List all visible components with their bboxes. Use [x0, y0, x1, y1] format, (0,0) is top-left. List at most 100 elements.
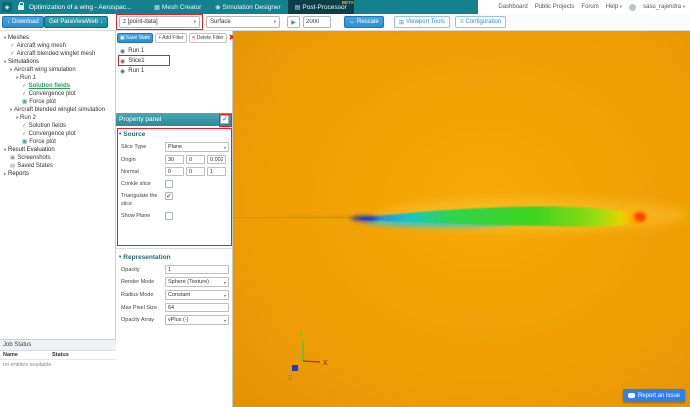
- tab-post-processor[interactable]: ▤ Post-Processor BETA: [287, 0, 354, 14]
- crinkle-slice-checkbox[interactable]: [165, 180, 173, 189]
- tree-item-screenshots[interactable]: ▣ Screenshots: [0, 154, 115, 162]
- pipeline-item-run[interactable]: ◉ Run 1: [116, 46, 232, 56]
- collapse-icon: ▾: [119, 131, 122, 136]
- normal-z-input[interactable]: [207, 167, 226, 177]
- pipeline-item-label: Run 1: [128, 48, 145, 54]
- download-button[interactable]: ↓ Download: [2, 16, 44, 28]
- show-plane-checkbox[interactable]: [165, 211, 173, 220]
- origin-z-input[interactable]: [207, 155, 226, 164]
- delete-filter-button[interactable]: ✕ Delete Filter: [188, 33, 227, 43]
- post-processor-icon: ▤: [294, 4, 301, 11]
- render-mode-select[interactable]: Sphere (Texture) ▾: [165, 277, 229, 288]
- visibility-eye-icon[interactable]: ◉: [120, 58, 125, 65]
- visibility-eye-icon[interactable]: ◉: [120, 48, 125, 55]
- source-section: ▾ Source Slice Type Plane ▾ Origin Norma…: [116, 126, 232, 242]
- normal-label: Normal: [121, 169, 139, 176]
- visibility-eye-icon[interactable]: ◉: [120, 68, 125, 75]
- pipeline-item-slice[interactable]: ◉ Slice1: [116, 56, 232, 66]
- beta-badge: BETA: [341, 0, 354, 5]
- tree-item-meshes[interactable]: ▾ Meshes: [0, 34, 115, 42]
- normal-row: Normal: [121, 167, 229, 177]
- tree-item-simulations[interactable]: ▾ Simulations: [0, 58, 115, 66]
- project-tree-sidebar: ▾ Meshes ✓ Aircraft wing mesh ✓ Aircraft bl…: [0, 31, 116, 407]
- chevron-down-icon: ▾: [273, 19, 276, 24]
- post-processor-toolbar: ↓ Download Get ParaViewWeb ↓ z [point-da…: [0, 14, 690, 31]
- plot-icon: ▦: [22, 99, 28, 105]
- tree-item-convergence-plot[interactable]: ✓ Convergence plot: [0, 130, 115, 138]
- pipeline-item-label: Slice1: [128, 58, 145, 64]
- report-issue-button[interactable]: Report an issue: [622, 389, 685, 402]
- column-status: Status: [52, 352, 69, 358]
- nav-dashboard[interactable]: Dashboard: [498, 4, 527, 10]
- add-filter-button[interactable]: + Add Filter: [155, 33, 187, 43]
- tree-item-mesh[interactable]: ✓ Aircraft blended winglet mesh: [0, 50, 115, 58]
- tree-item-reports[interactable]: ▸ Reports: [0, 170, 115, 178]
- download-icon: ↓: [7, 19, 10, 25]
- tree-item-simulation[interactable]: ▾ Aircraft wing simulation: [0, 66, 115, 74]
- origin-x-input[interactable]: [165, 155, 184, 164]
- tab-mesh-creator[interactable]: ▦ Mesh Creator: [147, 0, 208, 14]
- normal-x-input[interactable]: [165, 167, 184, 177]
- rescale-label: Rescale: [357, 19, 379, 25]
- tree-item-convergence-plot[interactable]: ✓ Convergence plot: [0, 90, 115, 98]
- tree-item-solution-fields[interactable]: ✓ Solution fields: [0, 122, 115, 130]
- save-state-button[interactable]: ▣ Save State: [117, 33, 154, 43]
- representation-section-header[interactable]: ▾ Representation: [119, 252, 229, 262]
- user-avatar: [629, 3, 637, 11]
- tree-item-run[interactable]: ▾ Run 2: [0, 114, 115, 122]
- render-viewport[interactable]: Y X Z Report an issue: [233, 31, 690, 407]
- max-pixel-input[interactable]: [165, 303, 229, 313]
- radius-mode-select[interactable]: Constant ▾: [165, 290, 229, 301]
- tree-item-solution-fields[interactable]: ✓ Solution fields: [0, 82, 115, 90]
- check-icon: ✓: [22, 83, 27, 89]
- axis-y-label: Y: [299, 333, 304, 340]
- source-section-header[interactable]: ▾ Source: [119, 129, 229, 139]
- opacity-array-select[interactable]: vPlus (-) ▾: [165, 315, 229, 326]
- viewport-tools-button[interactable]: ⊞ Viewport Tools: [394, 16, 450, 28]
- property-panel-title: Property panel: [119, 116, 162, 123]
- viewport-tools-label: Viewport Tools: [406, 19, 445, 25]
- tab-simulation-designer[interactable]: ◉ Simulation Designer: [208, 0, 287, 14]
- origin-y-input[interactable]: [186, 155, 205, 164]
- opacity-input[interactable]: [165, 265, 229, 274]
- apply-checkbox[interactable]: [220, 115, 229, 124]
- mesh-creator-icon: ▦: [154, 4, 160, 11]
- nav-public-projects[interactable]: Public Projects: [535, 4, 575, 10]
- color-field-select[interactable]: z [point-data] ▾: [119, 16, 200, 28]
- delete-filter-label: Delete Filter: [196, 35, 224, 41]
- pipeline-item-run[interactable]: ◉ Run 1: [116, 66, 232, 76]
- get-paraviewweb-button[interactable]: Get ParaViewWeb ↓: [44, 16, 109, 28]
- nav-forum[interactable]: Forum: [581, 4, 598, 10]
- frame-input[interactable]: [303, 16, 331, 28]
- tree-item-result-evaluation[interactable]: ▾ Result Evaluation: [0, 146, 115, 154]
- tree-item-saved-states[interactable]: ▤ Saved States: [0, 162, 115, 170]
- color-field-value: z [point-data]: [123, 19, 158, 25]
- tree-item-force-plot[interactable]: ▦ Force plot: [0, 98, 115, 106]
- header-nav: Dashboard Public Projects Forum Help ▾ s…: [478, 0, 690, 14]
- play-button[interactable]: ▶: [287, 16, 300, 28]
- tree-item-run[interactable]: ▾ Run 1: [0, 74, 115, 82]
- source-title: Source: [123, 130, 146, 138]
- representation-select[interactable]: Surface ▾: [206, 16, 280, 28]
- nav-help[interactable]: Help ▾: [606, 4, 622, 10]
- max-pixel-row: Max Pixel Size: [121, 303, 229, 313]
- opacity-array-label: Opacity Array: [121, 317, 155, 324]
- app-logo-icon[interactable]: ◈: [2, 2, 12, 12]
- configuration-button[interactable]: ≡ Configuration: [455, 16, 507, 28]
- tree-item-simulation[interactable]: ▾ Aircraft blended winglet simulation: [0, 106, 115, 114]
- cfd-slice-visualization: Y X Z: [233, 31, 690, 407]
- tree-item-force-plot[interactable]: ▦ Force plot: [0, 138, 115, 146]
- slice-type-select[interactable]: Plane ▾: [165, 142, 229, 152]
- job-status-empty: no entities available: [3, 362, 52, 368]
- chat-bubble-icon: [627, 393, 635, 398]
- download-icon: ↓: [100, 19, 104, 25]
- triangulate-checkbox[interactable]: [165, 192, 173, 201]
- normal-y-input[interactable]: [186, 167, 205, 177]
- collapse-icon: ▾: [119, 254, 122, 259]
- rescale-icon: ↔: [349, 19, 355, 25]
- user-menu[interactable]: sasu_rajendra ▾: [643, 4, 685, 10]
- check-icon: ✓: [22, 131, 27, 137]
- rescale-button[interactable]: ↔ Rescale: [344, 16, 384, 28]
- tab-label: Post-Processor: [302, 3, 347, 11]
- tree-item-mesh[interactable]: ✓ Aircraft wing mesh: [0, 42, 115, 50]
